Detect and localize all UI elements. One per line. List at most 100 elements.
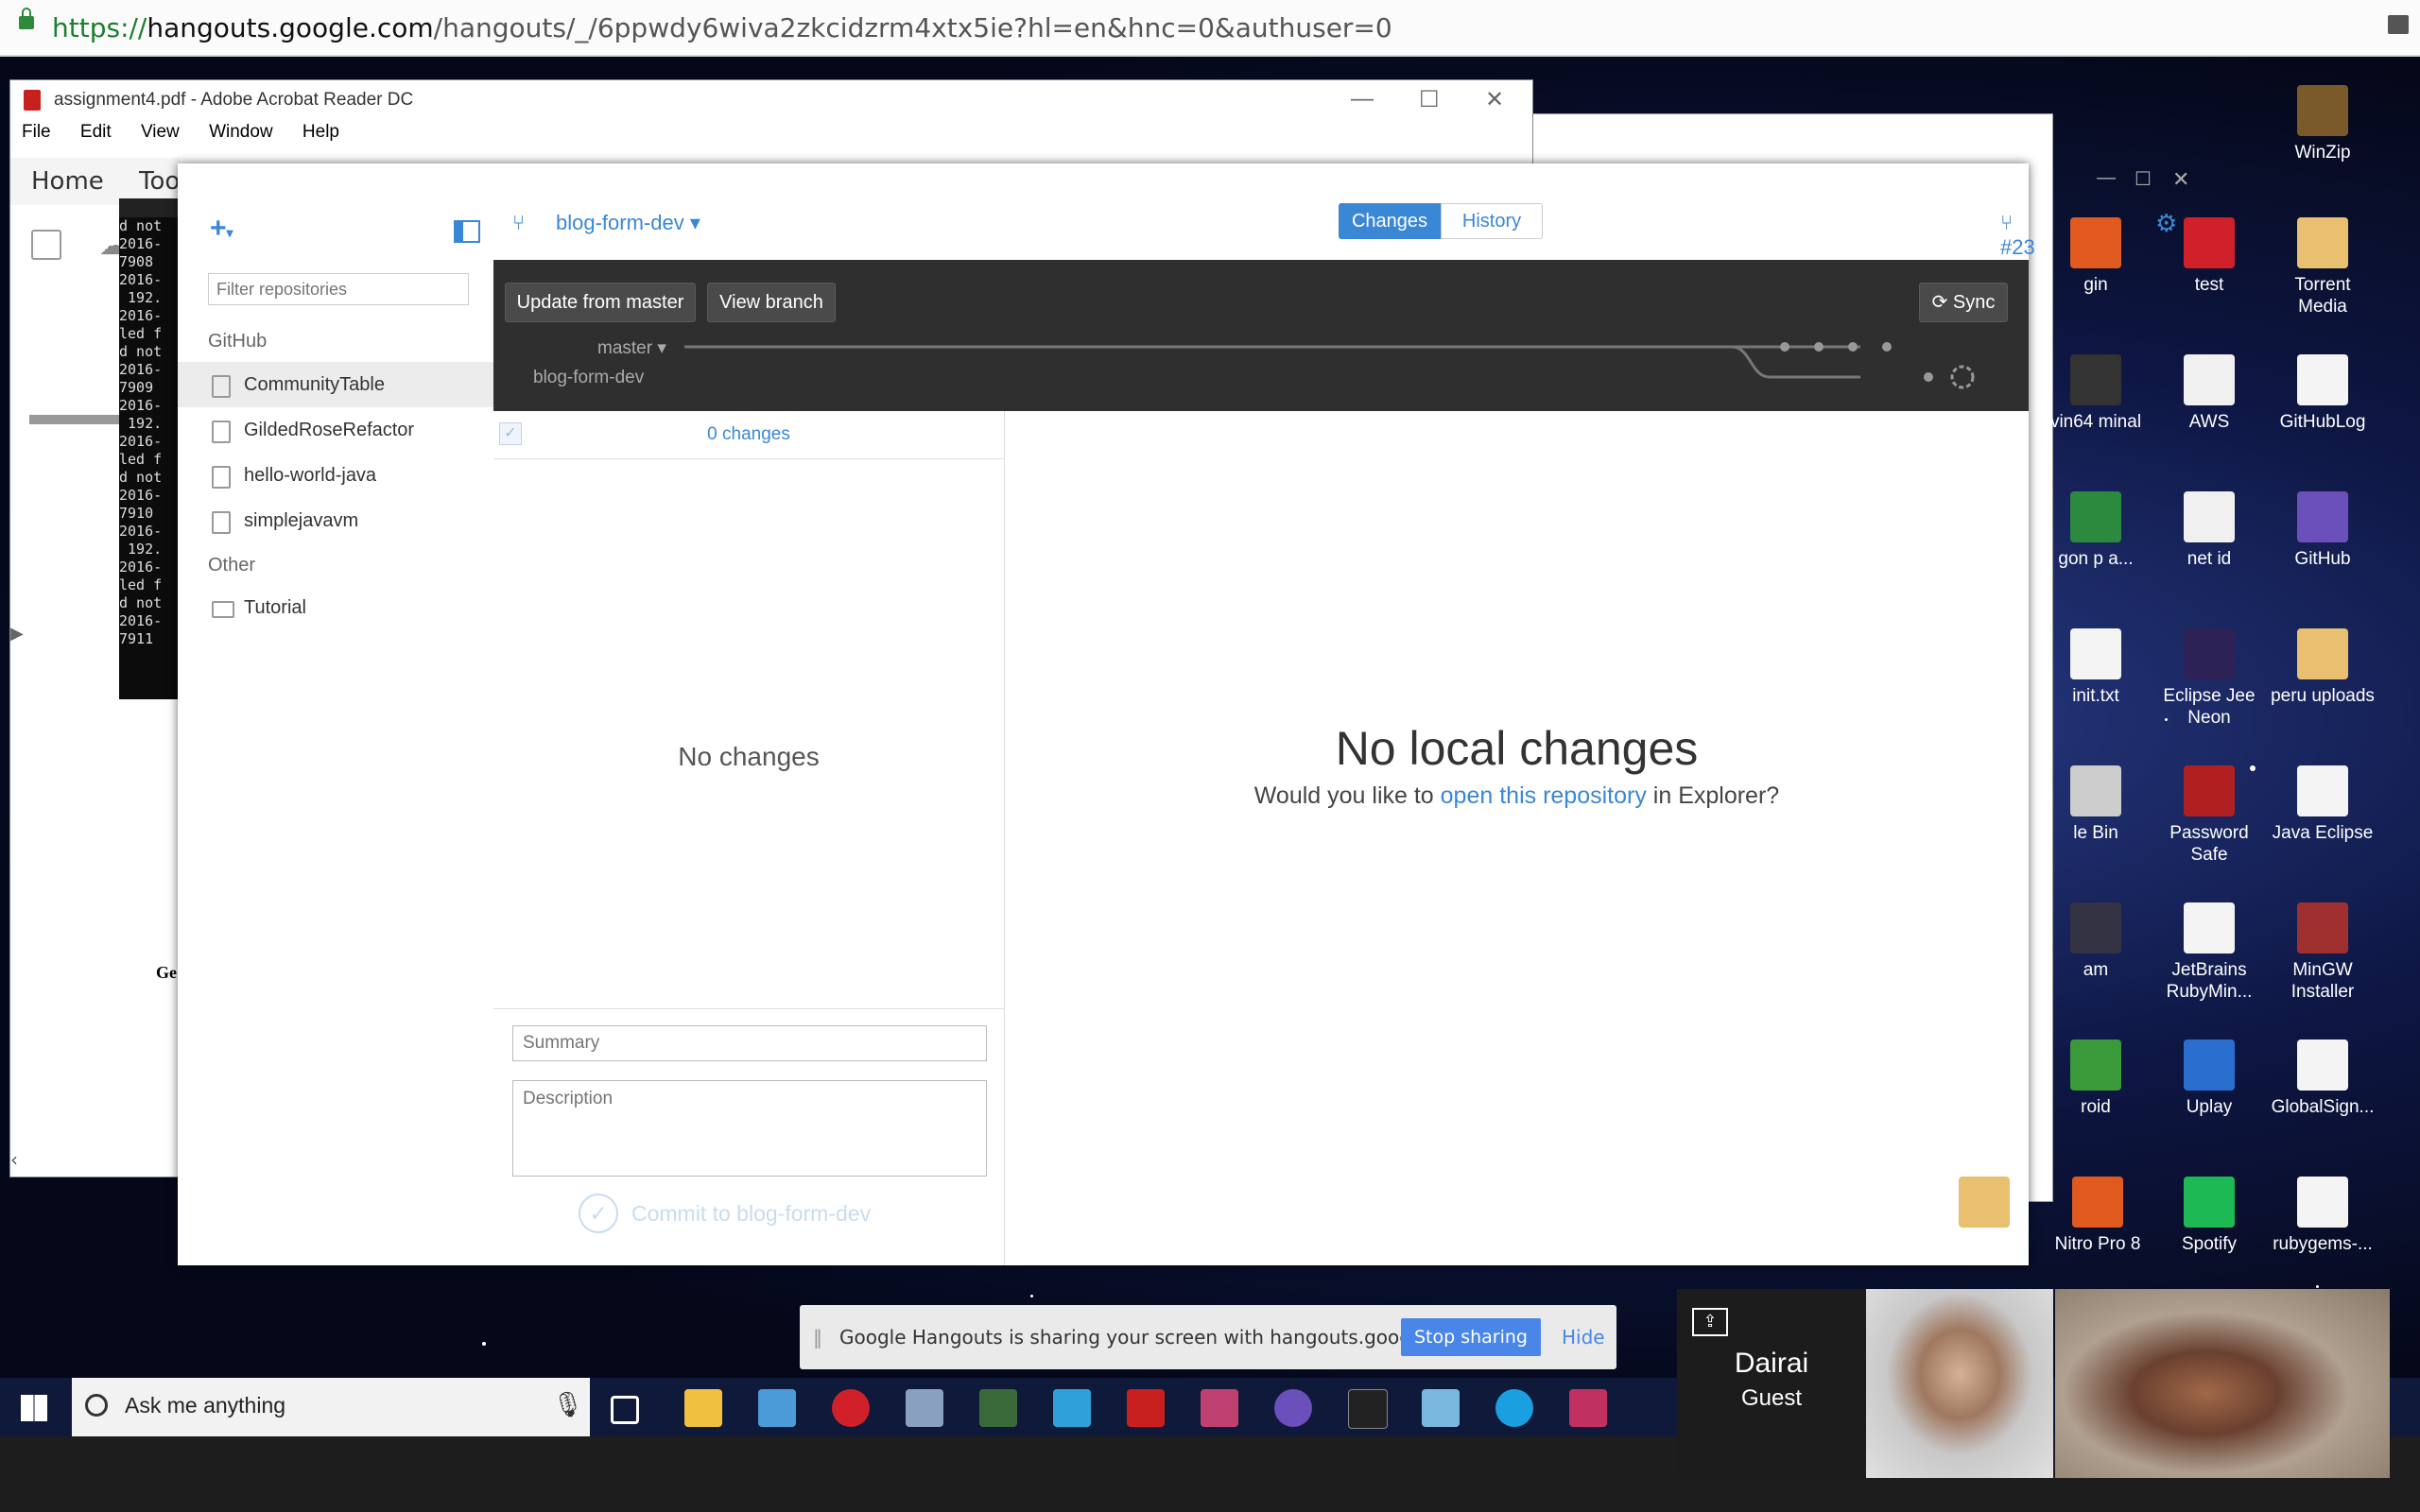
summary-input[interactable] xyxy=(512,1025,987,1061)
maximize-icon[interactable]: ☐ xyxy=(2135,167,2152,191)
filter-repositories-input[interactable] xyxy=(208,273,469,305)
desktop-icon-label: roid xyxy=(2081,1097,2111,1117)
github-taskbar-icon[interactable] xyxy=(1274,1389,1312,1427)
desktop-icon[interactable]: Uplay xyxy=(2157,1040,2261,1118)
desktop-icon[interactable]: le Bin xyxy=(2044,765,2148,844)
terminal-line: d not xyxy=(119,217,163,234)
close-icon[interactable]: ✕ xyxy=(2172,167,2189,192)
taskbar-search[interactable]: Ask me anything 🎙 xyxy=(72,1378,590,1436)
branch-selector[interactable]: blog-form-dev ▾ xyxy=(556,211,700,235)
desktop-icon-label: Spotify xyxy=(2181,1234,2238,1254)
commit-button[interactable]: ✓ Commit to blog-form-dev xyxy=(579,1194,871,1233)
panel-expand-icon[interactable]: ▶ xyxy=(10,624,24,644)
desktop-icon[interactable]: gon p a... xyxy=(2044,491,2148,570)
task-view-icon[interactable] xyxy=(611,1396,639,1424)
app-icon-3[interactable] xyxy=(979,1389,1017,1427)
desktop-icon[interactable]: GitHub xyxy=(2271,491,2375,570)
terminal-line: 7911 xyxy=(119,630,154,647)
desktop-icon-image xyxy=(2297,628,2348,679)
hide-button[interactable]: Hide xyxy=(1562,1326,1605,1349)
desktop-icon-image xyxy=(2070,354,2121,405)
acrobat-titlebar: assignment4.pdf - Adobe Acrobat Reader D… xyxy=(10,80,1532,122)
browser-url-bar[interactable]: https://hangouts.google.com/hangouts/_/6… xyxy=(0,0,2420,57)
terminal-line: d not xyxy=(119,594,163,611)
windows-start-icon[interactable] xyxy=(21,1395,47,1421)
desktop-icon[interactable]: Downloads xyxy=(1932,1177,2036,1255)
app-icon-1[interactable] xyxy=(758,1389,796,1427)
pull-request-badge[interactable]: ⑂ #23 xyxy=(2000,211,2035,260)
desktop-icon[interactable]: Eclipse Jee Neon xyxy=(2157,628,2261,729)
close-icon[interactable]: ✕ xyxy=(1485,86,1504,113)
desktop-icon[interactable]: vin64 minal xyxy=(2044,354,2148,433)
menu-file[interactable]: File xyxy=(22,122,51,142)
tab-home[interactable]: Home xyxy=(31,167,104,196)
app-icon-2[interactable] xyxy=(906,1389,943,1427)
acrobat-taskbar-icon[interactable] xyxy=(1127,1389,1165,1427)
repo-item-communitytable[interactable]: CommunityTable xyxy=(178,362,493,407)
repo-item-simplejavavm[interactable]: simplejavavm xyxy=(178,498,493,543)
menu-help[interactable]: Help xyxy=(302,122,339,142)
tab-history[interactable]: History xyxy=(1441,203,1543,239)
add-repository-icon[interactable]: +▾ xyxy=(210,213,233,245)
maximize-icon[interactable]: ☐ xyxy=(1419,86,1440,113)
microphone-icon[interactable]: 🎙 xyxy=(552,1391,583,1419)
file-explorer-icon[interactable] xyxy=(684,1389,722,1427)
skype-icon[interactable] xyxy=(1495,1389,1533,1427)
repo-item-hello-world-java[interactable]: hello-world-java xyxy=(178,453,493,498)
tab-tools[interactable]: Too xyxy=(139,167,180,196)
intellij-icon[interactable] xyxy=(1569,1389,1607,1427)
branch-icon: ⑂ xyxy=(512,211,526,234)
desktop-icon[interactable]: Password Safe xyxy=(2157,765,2261,866)
menu-edit[interactable]: Edit xyxy=(80,122,112,142)
repo-icon xyxy=(212,466,231,489)
desktop-icon[interactable]: Java Eclipse xyxy=(2271,765,2375,844)
minimize-icon[interactable]: — xyxy=(1351,86,1374,112)
app-icon-5[interactable] xyxy=(1201,1389,1238,1427)
tab-changes[interactable]: Changes xyxy=(1339,203,1441,239)
desktop-icon[interactable]: JetBrains RubyMin... xyxy=(2157,902,2261,1003)
minimize-icon[interactable]: — xyxy=(2097,167,2116,189)
app-icon-4[interactable] xyxy=(1053,1389,1091,1427)
menu-window[interactable]: Window xyxy=(209,122,273,142)
desktop-icon[interactable]: Spotify xyxy=(2157,1177,2261,1255)
desktop-icon[interactable]: net id xyxy=(2157,491,2261,570)
stop-sharing-button[interactable]: Stop sharing xyxy=(1401,1318,1541,1356)
desktop-icon-image xyxy=(2297,1040,2348,1091)
desktop-icon[interactable]: rubygems-... xyxy=(2271,1177,2375,1255)
open-repository-link[interactable]: open this repository xyxy=(1441,782,1647,809)
desktop-icon[interactable]: test xyxy=(2157,217,2261,296)
toggle-sidebar-icon[interactable] xyxy=(454,220,480,243)
menu-view[interactable]: View xyxy=(141,122,180,142)
camera-icon[interactable] xyxy=(2388,15,2409,34)
desktop-icon[interactable]: MinGW Installer xyxy=(2271,902,2375,1003)
desktop-icon[interactable]: gin xyxy=(2044,217,2148,296)
participant-tile[interactable]: ⇪ Dairai Guest xyxy=(1677,1289,1866,1478)
url-text[interactable]: https://hangouts.google.com/hangouts/_/6… xyxy=(52,12,1392,43)
desktop-icon[interactable]: Nitro Pro 8 xyxy=(2046,1177,2150,1255)
desktop-icon[interactable]: init.txt xyxy=(2044,628,2148,707)
desktop-icon[interactable]: Torrent Media xyxy=(2271,217,2375,318)
opera-icon[interactable] xyxy=(832,1389,870,1427)
desktop-icon[interactable]: AWS xyxy=(2157,354,2261,433)
desktop-icon[interactable]: peru uploads xyxy=(2271,628,2375,707)
repo-item-gildedroserefactor[interactable]: GildedRoseRefactor xyxy=(178,407,493,453)
repo-item-tutorial[interactable]: Tutorial xyxy=(178,585,493,630)
participant-role: Guest xyxy=(1740,1385,1803,1411)
desktop-icon[interactable]: WinZip xyxy=(2271,85,2375,163)
desktop-icon[interactable]: GitHubLog xyxy=(2271,354,2375,433)
share-screen-icon[interactable]: ⇪ xyxy=(1692,1308,1728,1336)
desktop-icon[interactable]: GlobalSign... xyxy=(2271,1040,2375,1118)
terminal-taskbar-icon[interactable] xyxy=(1348,1389,1388,1429)
app-icon-6[interactable] xyxy=(1422,1389,1460,1427)
desktop-icon-image xyxy=(2072,1177,2123,1228)
save-icon[interactable] xyxy=(31,230,61,260)
desktop-icon[interactable]: roid xyxy=(2044,1040,2148,1118)
commit-check-icon: ✓ xyxy=(579,1194,618,1233)
description-textarea[interactable] xyxy=(512,1080,987,1177)
desktop-icon-label: WinZip xyxy=(2294,143,2351,163)
scroll-left-icon[interactable]: ‹ xyxy=(10,1148,18,1171)
terminal-line: 2016- xyxy=(119,307,163,324)
drag-handle-icon[interactable]: ‖ xyxy=(813,1326,822,1349)
desktop-icon[interactable]: am xyxy=(2044,902,2148,981)
terminal-line: 2016- xyxy=(119,235,163,252)
